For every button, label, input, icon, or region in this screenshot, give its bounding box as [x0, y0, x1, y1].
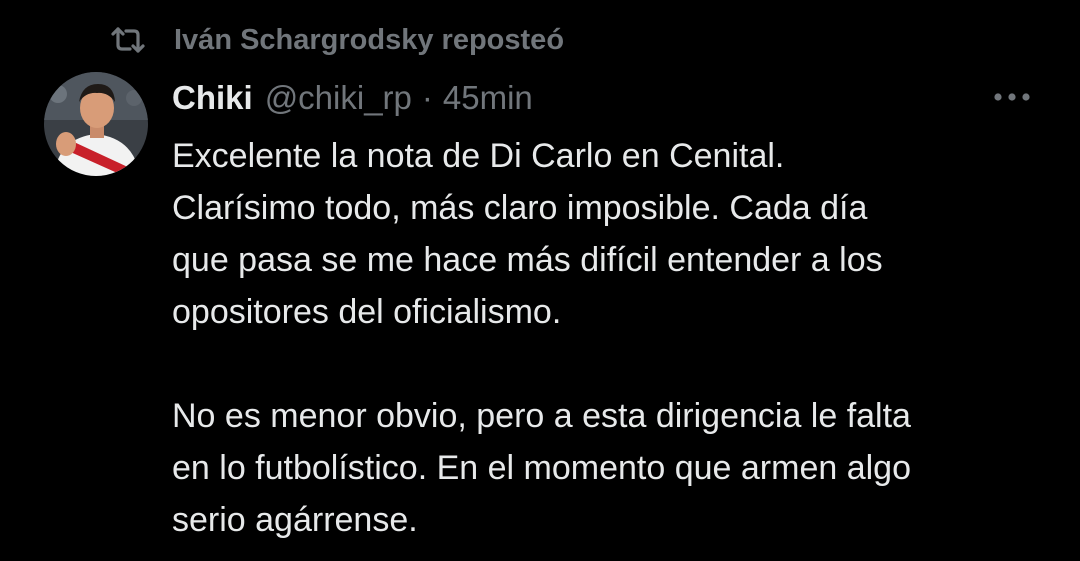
tweet-paragraph: Excelente la nota de Di Carlo en Cenital… [172, 130, 1052, 338]
separator-dot: · [421, 79, 433, 116]
tweet-line: que pasa se me hace más difícil entender… [172, 241, 883, 279]
tweet-line: Clarísimo todo, más claro imposible. Cad… [172, 189, 868, 227]
user-handle[interactable]: @chiki_rp [265, 79, 412, 117]
more-options-button[interactable] [986, 78, 1038, 118]
tweet-line: Excelente la nota de Di Carlo en Cenital… [172, 137, 785, 175]
more-dots-icon [992, 89, 1032, 107]
tweet-line: serio agárrense. [172, 501, 418, 539]
avatar[interactable] [44, 72, 148, 176]
timestamp[interactable]: 45min [443, 79, 533, 117]
display-name[interactable]: Chiki [172, 79, 253, 117]
tweet-text: Excelente la nota de Di Carlo en Cenital… [172, 130, 1052, 546]
repost-label[interactable]: Iván Schargrodsky reposteó [174, 24, 564, 57]
tweet-paragraph: No es menor obvio, pero a esta dirigenci… [172, 390, 1052, 546]
repost-icon [108, 20, 148, 60]
tweet-line: en lo futbolístico. En el momento que ar… [172, 449, 911, 487]
repost-header[interactable]: Iván Schargrodsky reposteó [108, 20, 564, 60]
tweet-header: Chiki @chiki_rp · 45min [172, 76, 533, 120]
tweet-line: opositores del oficialismo. [172, 293, 562, 331]
tweet-line: No es menor obvio, pero a esta dirigenci… [172, 397, 911, 435]
